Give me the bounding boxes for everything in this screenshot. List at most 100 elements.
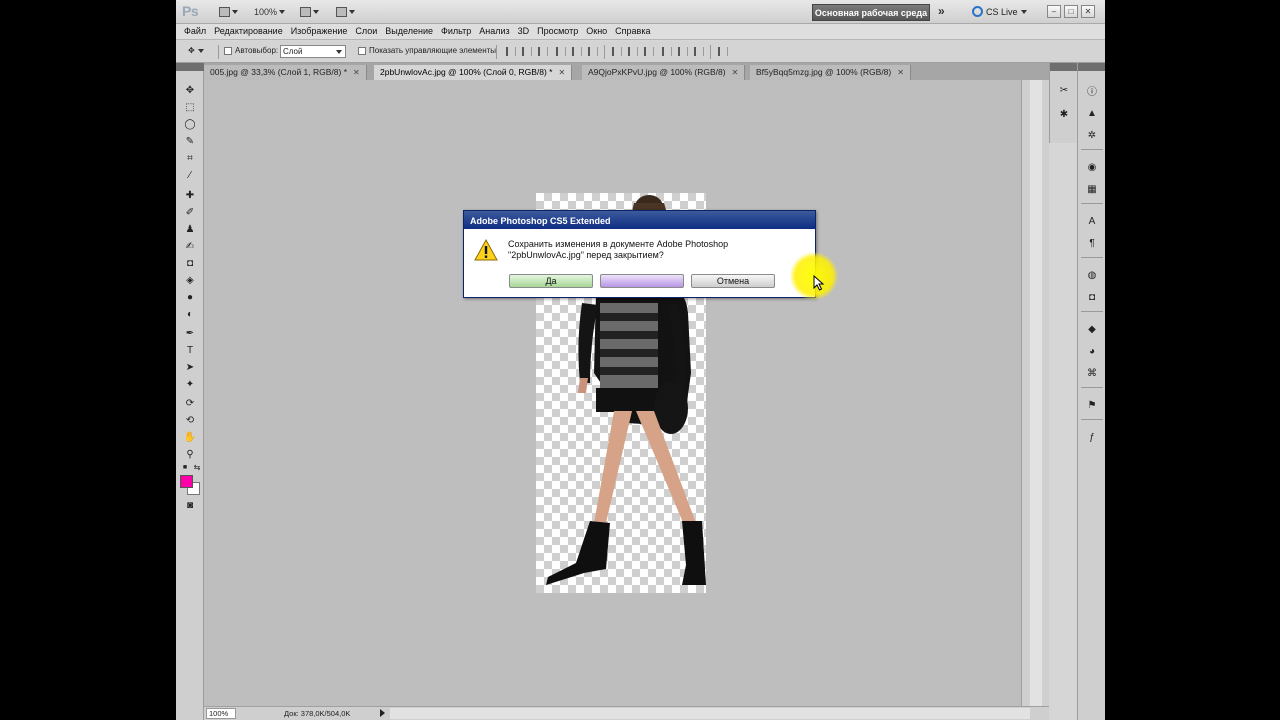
vertical-scrollbar[interactable] [1021, 80, 1049, 706]
zoom-level-dropdown[interactable]: 100% [254, 5, 286, 19]
tab-2pbunwlovac[interactable]: 2pbUnwlovAc.jpg @ 100% (Слой 0, RGB/8) *… [374, 65, 573, 80]
align-left-icon[interactable] [556, 47, 566, 56]
channels-panel-icon[interactable]: ◕ [1085, 345, 1099, 358]
history-brush-tool-icon[interactable]: ✍ [183, 240, 197, 253]
navigator-panel-icon[interactable]: ✲ [1085, 129, 1099, 142]
swap-colors-icon[interactable]: ⇆ [192, 461, 202, 474]
minimize-button[interactable]: – [1047, 5, 1061, 18]
quick-select-tool-icon[interactable]: ✎ [183, 135, 197, 148]
hand-tool-icon[interactable]: ✋ [183, 431, 197, 444]
move-tool-icon[interactable]: ✥ [183, 84, 197, 97]
3d-orbit-tool-icon[interactable]: ⟲ [183, 414, 197, 427]
align-hcenter-icon[interactable] [572, 47, 582, 56]
shape-tool-icon[interactable]: ✦ [183, 378, 197, 391]
view-extras-button[interactable] [300, 5, 319, 19]
tool-presets-icon[interactable]: ✂ [1057, 84, 1071, 97]
paint-bucket-tool-icon[interactable]: ◈ [183, 274, 197, 287]
clone-source-panel-icon[interactable]: ⚑ [1085, 399, 1099, 412]
more-workspaces-icon[interactable]: » [938, 4, 945, 18]
info-panel-icon[interactable]: ⓘ [1085, 84, 1099, 98]
tab-a9qjopxkpvu[interactable]: A9QjoPxKPvU.jpg @ 100% (RGB/8) ✕ [582, 65, 746, 80]
paths-panel-icon[interactable]: ⌘ [1085, 367, 1099, 380]
crop-tool-icon[interactable]: ⌗ [183, 152, 197, 165]
tab-005[interactable]: 005.jpg @ 33,3% (Слой 1, RGB/8) * ✕ [204, 65, 367, 80]
yes-button[interactable]: Да [509, 274, 593, 288]
scroll-track[interactable] [1030, 80, 1042, 706]
menu-view[interactable]: Просмотр [533, 24, 582, 39]
brush-tool-icon[interactable]: ✐ [183, 206, 197, 219]
swatches-panel-icon[interactable]: ▦ [1085, 183, 1099, 196]
panel-grip[interactable] [1050, 63, 1077, 71]
align-top-icon[interactable] [506, 47, 516, 56]
pen-tool-icon[interactable]: ✒ [183, 327, 197, 340]
align-right-icon[interactable] [588, 47, 598, 56]
screen-mode-button[interactable] [336, 5, 355, 19]
distribute-hcenter-icon[interactable] [678, 47, 688, 56]
tab-bf5ybqq5mzg[interactable]: Bf5yBqq5mzg.jpg @ 100% (RGB/8) ✕ [750, 65, 911, 80]
distribute-vcenter-icon[interactable] [628, 47, 638, 56]
type-tool-icon[interactable]: T [183, 344, 197, 357]
align-vcenter-icon[interactable] [522, 47, 532, 56]
menu-image[interactable]: Изображение [287, 24, 352, 39]
path-select-tool-icon[interactable]: ➤ [183, 361, 197, 374]
autoselect-checkbox[interactable]: Автовыбор: [224, 46, 278, 55]
quick-mask-icon[interactable]: ◙ [183, 499, 197, 512]
menu-window[interactable]: Окно [582, 24, 611, 39]
color-panel-icon[interactable]: ◉ [1085, 161, 1099, 174]
blur-tool-icon[interactable]: ● [183, 291, 197, 304]
menu-help[interactable]: Справка [611, 24, 654, 39]
default-colors-icon[interactable]: ■ [180, 461, 190, 474]
marquee-tool-icon[interactable]: ⬚ [183, 101, 197, 114]
menu-file[interactable]: Файл [176, 24, 210, 39]
auto-align-layers-icon[interactable] [718, 47, 728, 56]
eraser-tool-icon[interactable]: ◘ [183, 257, 197, 270]
distribute-left-icon[interactable] [662, 47, 672, 56]
panel-grip[interactable] [1078, 63, 1105, 71]
workspace-button[interactable]: Основная рабочая среда [812, 4, 930, 21]
actions-panel-icon[interactable]: ƒ [1085, 431, 1099, 444]
adjustments-panel-icon[interactable]: ◍ [1085, 269, 1099, 282]
close-window-button[interactable]: ✕ [1081, 5, 1095, 18]
clone-stamp-tool-icon[interactable]: ♟ [183, 223, 197, 236]
layers-panel-icon[interactable]: ◆ [1085, 323, 1099, 336]
cancel-button[interactable]: Отмена [691, 274, 775, 288]
menu-select[interactable]: Выделение [381, 24, 437, 39]
masks-panel-icon[interactable]: ◘ [1085, 291, 1099, 304]
close-icon[interactable]: ✕ [353, 68, 360, 77]
menu-edit[interactable]: Редактирование [210, 24, 287, 39]
foreground-color-swatch[interactable] [180, 475, 193, 488]
panel-grip[interactable] [176, 63, 204, 71]
close-icon[interactable]: ✕ [897, 68, 904, 77]
menu-3d[interactable]: 3D [514, 24, 534, 39]
distribute-right-icon[interactable] [694, 47, 704, 56]
dodge-tool-icon[interactable]: ◐ [183, 308, 197, 321]
status-zoom-field[interactable]: 100% [206, 708, 236, 719]
lasso-tool-icon[interactable]: ◯ [183, 118, 197, 131]
paragraph-panel-icon[interactable]: ¶ [1085, 237, 1099, 250]
no-button[interactable] [600, 274, 684, 288]
autoselect-dropdown[interactable]: Слой [280, 45, 346, 58]
menu-analysis[interactable]: Анализ [475, 24, 513, 39]
histogram-panel-icon[interactable]: ▲ [1085, 107, 1099, 120]
status-menu-arrow-icon[interactable] [380, 709, 385, 717]
brush-presets-icon[interactable]: ✱ [1057, 108, 1071, 121]
close-icon[interactable]: ✕ [558, 68, 565, 77]
launch-bridge-button[interactable] [219, 5, 238, 19]
zoom-tool-icon[interactable]: ⚲ [183, 448, 197, 461]
distribute-bottom-icon[interactable] [644, 47, 654, 56]
character-panel-icon[interactable]: A [1085, 215, 1099, 228]
healing-brush-tool-icon[interactable]: ✚ [183, 189, 197, 202]
menu-layer[interactable]: Слои [351, 24, 381, 39]
eyedropper-tool-icon[interactable]: ⁄ [183, 169, 197, 182]
3d-rotate-tool-icon[interactable]: ⟳ [183, 397, 197, 410]
distribute-top-icon[interactable] [612, 47, 622, 56]
canvas-area[interactable] [204, 80, 1049, 706]
maximize-button[interactable]: □ [1064, 5, 1078, 18]
align-bottom-icon[interactable] [538, 47, 548, 56]
menu-filter[interactable]: Фильтр [437, 24, 475, 39]
show-transform-controls-checkbox[interactable]: Показать управляющие элементы [358, 46, 496, 55]
tool-preset-picker[interactable]: ✥ [188, 46, 204, 55]
horizontal-scrollbar[interactable] [390, 708, 1030, 719]
close-icon[interactable]: ✕ [732, 68, 739, 77]
cs-live-button[interactable]: CS Live [972, 6, 1027, 17]
